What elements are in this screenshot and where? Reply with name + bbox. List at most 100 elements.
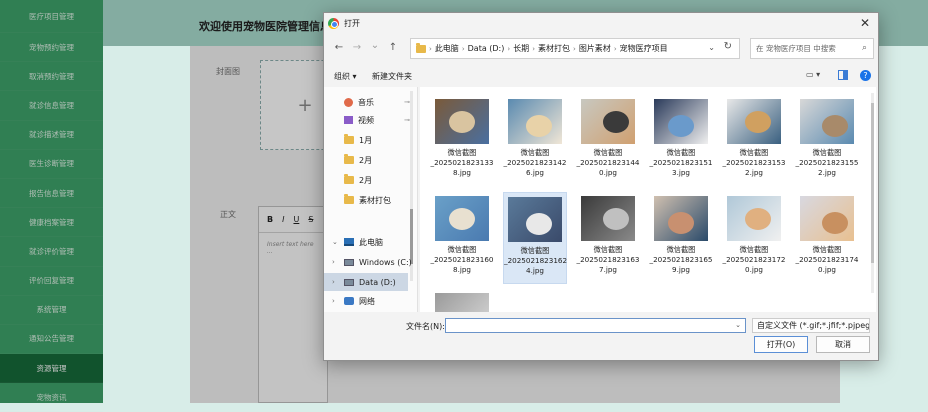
dialog-titlebar: 打开 ✕ — [324, 13, 878, 34]
sidebar-item[interactable]: 就诊评价管理 — [0, 237, 103, 267]
file-item[interactable]: 微信截图 _2025021823163 7.jpg — [576, 192, 640, 284]
chevron-down-icon[interactable]: ⌄ — [708, 43, 715, 52]
sidebar-item[interactable]: 健康档案管理 — [0, 208, 103, 238]
chevron-right-icon[interactable]: › — [332, 278, 335, 286]
drive-icon — [344, 258, 354, 266]
back-arrow-icon[interactable]: ← — [330, 42, 348, 53]
chevron-down-icon[interactable]: ⌄ — [735, 321, 741, 329]
nav-item[interactable]: › Data (D:) — [324, 273, 408, 291]
underline-icon[interactable]: U — [293, 215, 299, 224]
sidebar-item[interactable]: 取消预约管理 — [0, 62, 103, 92]
chevron-right-icon[interactable]: › — [332, 258, 335, 266]
nav-item[interactable]: 1月 — [344, 131, 414, 149]
filename-input[interactable]: ⌄ — [445, 318, 746, 333]
nav-item[interactable]: 2月 — [344, 171, 414, 189]
folder-icon — [344, 134, 354, 144]
image-thumbnail — [581, 196, 635, 241]
italic-icon[interactable]: I — [282, 215, 284, 224]
file-name-line: 微信截图 — [739, 245, 769, 254]
sidebar-item[interactable]: 就诊信息管理 — [0, 91, 103, 121]
file-item[interactable]: 微信截图 _2025021823144 0.jpg — [576, 95, 640, 187]
file-item[interactable]: 微信截图 _2025021823151 3.jpg — [649, 95, 713, 187]
forward-arrow-icon[interactable]: → — [348, 42, 366, 53]
breadcrumb-item[interactable]: 素材打包 — [538, 43, 570, 54]
file-scrollbar[interactable] — [871, 93, 874, 293]
breadcrumb-item[interactable]: 长期 — [513, 43, 529, 54]
breadcrumb-item[interactable]: 此电脑 — [435, 43, 459, 54]
image-thumbnail — [508, 99, 562, 144]
file-name-line: 8.jpg — [453, 265, 471, 274]
nav-item[interactable]: 素材打包 — [344, 191, 414, 209]
editor-toolbar: B I U S — [259, 207, 327, 233]
sidebar: 医疗项目管理 宠物预约管理 取消预约管理 就诊信息管理 就诊描述管理 医生诊断管理 报告信息… — [0, 0, 103, 412]
up-arrow-icon[interactable]: ↑ — [384, 42, 402, 53]
sidebar-item[interactable]: 系统管理 — [0, 296, 103, 325]
preview-pane-icon[interactable] — [838, 70, 848, 80]
nav-item[interactable]: 视频 ⊸ — [344, 111, 414, 129]
image-thumbnail — [508, 197, 562, 242]
open-button[interactable]: 打开(O) — [754, 336, 808, 353]
file-name-line: 0.jpg — [599, 168, 617, 177]
breadcrumb-item[interactable]: 宠物医疗项目 — [620, 43, 668, 54]
sidebar-item[interactable]: 医生诊断管理 — [0, 150, 103, 179]
file-scrollbar-thumb[interactable] — [871, 103, 874, 263]
view-options-icon[interactable]: ▭ ▾ — [806, 70, 820, 79]
nav-item[interactable]: ⌄ 此电脑 — [332, 233, 414, 251]
pc-icon — [344, 238, 354, 246]
file-item[interactable]: 微信截图 _2025021823162 4.jpg — [503, 192, 567, 284]
refresh-icon[interactable]: ↻ — [724, 41, 732, 52]
file-name: 微信截图 _2025021823153 2.jpg — [722, 148, 786, 178]
chevron-right-icon[interactable]: › — [332, 297, 335, 305]
strikethrough-icon[interactable]: S — [308, 215, 313, 224]
file-item[interactable] — [430, 289, 494, 312]
organize-button[interactable]: 组织 ▾ — [334, 71, 357, 82]
file-item[interactable]: 微信截图 _2025021823160 8.jpg — [430, 192, 494, 284]
file-name: 微信截图 _2025021823162 4.jpg — [504, 246, 567, 276]
file-name-line: 9.jpg — [672, 265, 690, 274]
file-name-line: 微信截图 — [812, 148, 842, 157]
breadcrumb-item[interactable]: 图片素材 — [579, 43, 611, 54]
new-folder-button[interactable]: 新建文件夹 — [372, 71, 412, 82]
file-item[interactable]: 微信截图 _2025021823155 2.jpg — [795, 95, 859, 187]
chevron-down-icon[interactable]: ⌄ — [332, 238, 338, 246]
sidebar-item[interactable]: 宠物资讯 — [0, 383, 103, 412]
address-bar[interactable]: › 此电脑 › Data (D:) › 长期 › 素材打包 › 图片素材 › 宠物医疗项目 ⌄ ↻ — [410, 38, 740, 59]
file-item[interactable]: 微信截图 _2025021823172 0.jpg — [722, 192, 786, 284]
file-item[interactable]: 微信截图 _2025021823133 8.jpg — [430, 95, 494, 187]
help-icon[interactable]: ? — [860, 70, 871, 81]
navigation-row: ← → ⌄ ↑ › 此电脑 › Data (D:) › 长期 › 素材打包 › 图片素材 › 宠物医… — [324, 37, 878, 61]
file-name-line: 7.jpg — [599, 265, 617, 274]
filetype-select[interactable]: 自定义文件 (*.gif;*.jfif;*.pjpeg; — [752, 318, 870, 333]
rich-text-editor[interactable]: B I U S Insert text here ... — [258, 206, 328, 403]
chevron-down-icon[interactable]: ⌄ — [366, 40, 384, 51]
file-name-line: 0.jpg — [745, 265, 763, 274]
sidebar-item[interactable]: 报告信息管理 — [0, 179, 103, 209]
nav-item[interactable]: › 网络 — [332, 292, 414, 310]
file-name-line: 微信截图 — [666, 148, 696, 157]
sidebar-item[interactable]: 就诊描述管理 — [0, 121, 103, 150]
search-input[interactable]: 在 宠物医疗项目 中搜索 ⌕ — [750, 38, 874, 59]
file-name-line: 微信截图 — [447, 148, 477, 157]
sidebar-item[interactable]: 医疗项目管理 — [0, 0, 103, 33]
file-name-line: _2025021823144 — [576, 158, 640, 167]
sidebar-item[interactable]: 资源管理 — [0, 354, 103, 384]
breadcrumb-item[interactable]: Data (D:) — [468, 44, 505, 53]
pin-icon: ⊸ — [404, 116, 410, 124]
bold-icon[interactable]: B — [267, 215, 273, 224]
nav-item[interactable]: 音乐 ⊸ — [344, 93, 414, 111]
cancel-button[interactable]: 取消 — [816, 336, 870, 353]
file-item[interactable]: 微信截图 _2025021823142 6.jpg — [503, 95, 567, 187]
file-item[interactable]: 微信截图 _2025021823165 9.jpg — [649, 192, 713, 284]
sidebar-item[interactable]: 通知公告管理 — [0, 325, 103, 355]
file-name: 微信截图 _2025021823144 0.jpg — [576, 148, 640, 178]
close-icon[interactable]: ✕ — [860, 16, 870, 30]
file-item[interactable]: 微信截图 _2025021823153 2.jpg — [722, 95, 786, 187]
image-thumbnail — [435, 293, 489, 312]
sidebar-item[interactable]: 评价回复管理 — [0, 267, 103, 296]
file-item[interactable]: 微信截图 _2025021823174 0.jpg — [795, 192, 859, 284]
sidebar-item[interactable]: 宠物预约管理 — [0, 33, 103, 63]
nav-item[interactable]: › Windows (C:) — [332, 253, 414, 271]
nav-item-label: 1月 — [359, 135, 373, 145]
nav-item[interactable]: 2月 — [344, 151, 414, 169]
folder-icon — [344, 154, 354, 164]
